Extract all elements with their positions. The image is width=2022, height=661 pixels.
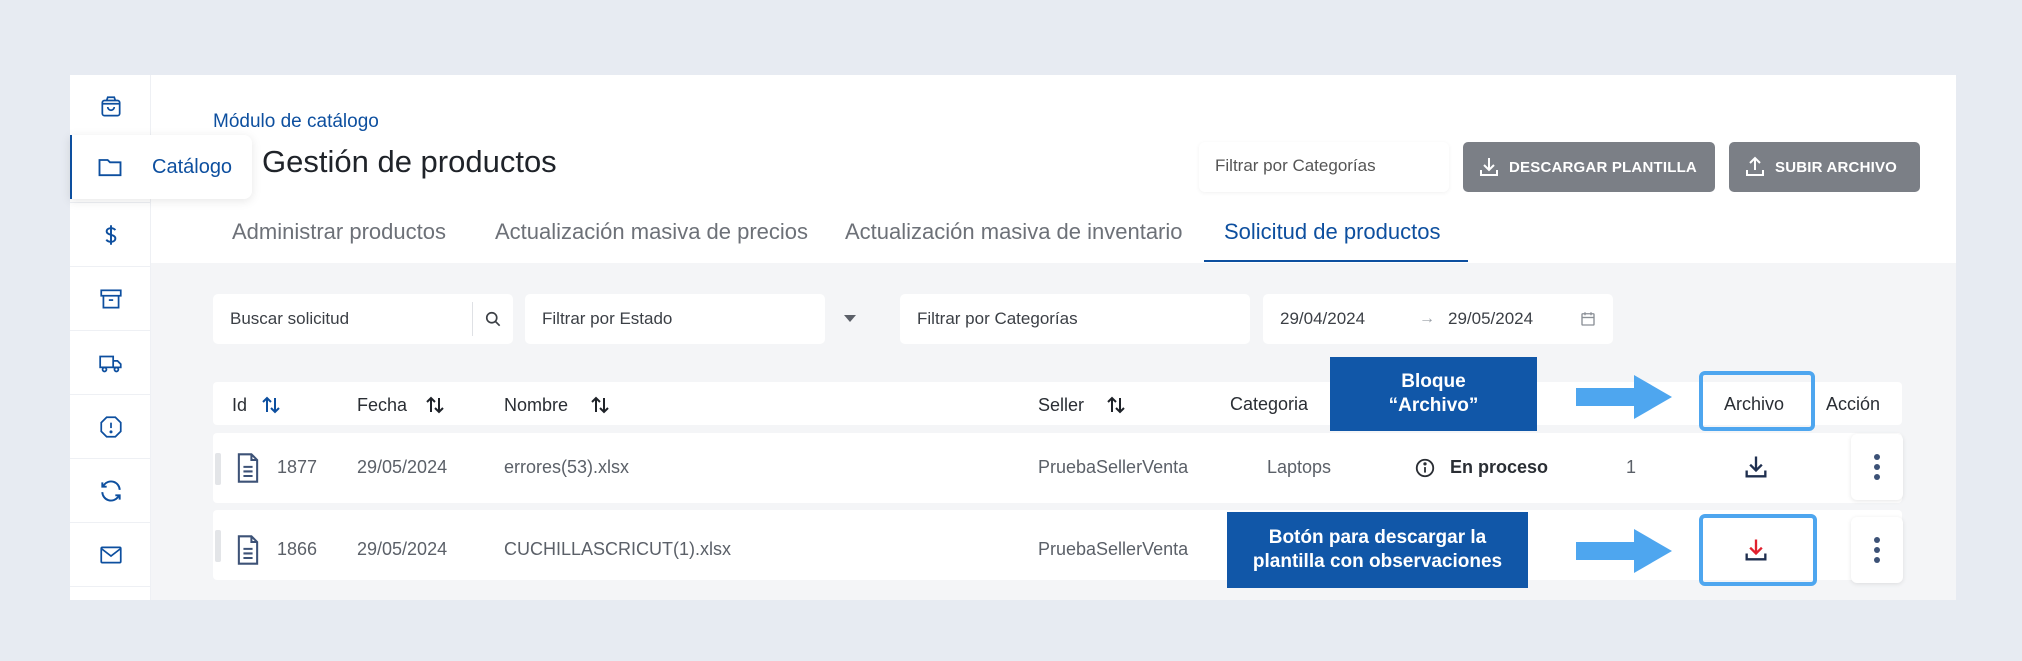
column-header-seller-label: Seller: [1038, 394, 1085, 415]
column-header-nombre[interactable]: Nombre: [504, 394, 610, 416]
sort-icon[interactable]: [425, 394, 445, 416]
annotation-archivo-block: Bloque “Archivo”: [1330, 357, 1537, 431]
date-range-picker[interactable]: 29/04/2024 → 29/05/2024: [1263, 294, 1613, 344]
category-placeholder: Filtrar por Categorías: [917, 309, 1078, 328]
estado-select[interactable]: Filtrar por Estado: [525, 294, 856, 344]
shopping-bag-icon: [100, 95, 121, 117]
upload-icon: [1746, 156, 1764, 176]
caret-down-icon: [844, 315, 856, 322]
drag-handle[interactable]: [215, 530, 221, 562]
kebab-menu-icon: [1874, 535, 1880, 565]
refresh-icon: [100, 480, 121, 501]
row-actions-menu[interactable]: [1851, 517, 1903, 583]
highlight-download-button: [1699, 514, 1817, 586]
tab-actualizacion-precios[interactable]: Actualización masiva de precios: [495, 219, 808, 245]
category-filter[interactable]: Filtrar por Categorías: [900, 294, 1250, 344]
document-icon: [237, 535, 259, 565]
download-template-button[interactable]: DESCARGAR PLANTILLA: [1463, 142, 1715, 192]
drag-handle[interactable]: [215, 453, 221, 485]
row-categoria: Laptops: [1267, 457, 1332, 477]
folder-icon: [98, 159, 122, 177]
sidebar-item-inventory[interactable]: [70, 267, 151, 331]
row-actions-menu[interactable]: [1851, 434, 1903, 500]
sidebar-item-mail[interactable]: [70, 523, 151, 587]
dollar-icon: [105, 224, 116, 245]
row-nombre: errores(53).xlsx: [504, 457, 630, 477]
column-header-fecha[interactable]: Fecha: [357, 394, 445, 416]
sidebar-item-shop[interactable]: [70, 75, 151, 139]
download-icon: [1480, 158, 1498, 176]
sort-icon[interactable]: [1106, 394, 1126, 416]
annotation-arrow-icon: [1576, 529, 1672, 573]
row-id: 1877: [277, 457, 318, 477]
document-icon: [237, 453, 259, 483]
annotation-line: plantilla con observaciones: [1252, 551, 1503, 572]
date-to[interactable]: 29/05/2024: [1448, 309, 1533, 329]
header-category-filter[interactable]: Filtrar por Categorías: [1199, 142, 1449, 192]
sidebar-item-alerts[interactable]: [70, 395, 151, 459]
column-header-fecha-label: Fecha: [357, 394, 408, 415]
tab-administrar-productos[interactable]: Administrar productos: [232, 219, 446, 245]
search-divider: [472, 302, 473, 336]
info-icon: [1415, 458, 1435, 478]
column-header-nombre-label: Nombre: [504, 394, 569, 415]
row-fecha: 29/05/2024: [357, 539, 448, 559]
page-title: Gestión de productos: [262, 144, 557, 179]
annotation-line: Botón para descargar la: [1268, 527, 1487, 549]
calendar-icon[interactable]: [1579, 310, 1597, 328]
column-header-id[interactable]: Id: [232, 394, 281, 416]
flyout-label: Catálogo: [152, 155, 233, 178]
annotation-download-button: Botón para descargar la plantilla con ob…: [1227, 512, 1528, 588]
alert-octagon-icon: [99, 415, 122, 438]
column-header-id-label: Id: [232, 394, 248, 415]
column-header-accion: Acción: [1826, 394, 1881, 414]
download-template-label: DESCARGAR PLANTILLA: [1509, 158, 1697, 176]
date-separator: →: [1419, 310, 1435, 327]
sort-icon[interactable]: [261, 394, 281, 416]
sort-icon[interactable]: [590, 394, 610, 416]
breadcrumb[interactable]: Módulo de catálogo: [213, 111, 379, 133]
search-input[interactable]: Buscar solicitud: [213, 294, 513, 344]
active-tab-indicator: [1204, 260, 1468, 262]
upload-file-button[interactable]: SUBIR ARCHIVO: [1729, 142, 1920, 192]
row-nombre: CUCHILLASCRICUT(1).xlsx: [504, 539, 732, 559]
download-file-icon[interactable]: [1742, 453, 1770, 481]
tab-solicitud-productos[interactable]: Solicitud de productos: [1224, 219, 1440, 245]
row-id: 1866: [277, 539, 318, 559]
kebab-menu-icon: [1874, 452, 1880, 482]
annotation-line: Bloque: [1401, 371, 1466, 393]
row-cantidad: 1: [1626, 457, 1637, 477]
sidebar-item-sync[interactable]: [70, 459, 151, 523]
sidebar-flyout-catalog[interactable]: Catálogo: [70, 135, 252, 199]
sidebar-item-prices[interactable]: [70, 203, 151, 267]
search-icon[interactable]: [483, 309, 503, 329]
truck-icon: [98, 355, 122, 372]
row-estado: En proceso: [1450, 457, 1549, 477]
date-from[interactable]: 29/04/2024: [1280, 309, 1365, 329]
column-header-seller[interactable]: Seller: [1038, 394, 1126, 416]
mail-icon: [99, 546, 122, 563]
annotation-arrow-icon: [1576, 375, 1672, 419]
column-header-categoria: Categoria: [1230, 394, 1309, 414]
archive-icon: [99, 288, 122, 309]
row-seller: PruebaSellerVenta: [1038, 539, 1189, 559]
estado-placeholder: Filtrar por Estado: [542, 309, 673, 328]
row-fecha: 29/05/2024: [357, 457, 448, 477]
row-seller: PruebaSellerVenta: [1038, 457, 1189, 477]
search-placeholder: Buscar solicitud: [230, 309, 350, 328]
annotation-line: “Archivo”: [1388, 395, 1479, 416]
tab-actualizacion-inventario[interactable]: Actualización masiva de inventario: [845, 219, 1183, 245]
sidebar-item-shipping[interactable]: [70, 331, 151, 395]
highlight-archivo-header: [1699, 371, 1815, 431]
upload-file-label: SUBIR ARCHIVO: [1775, 158, 1898, 176]
